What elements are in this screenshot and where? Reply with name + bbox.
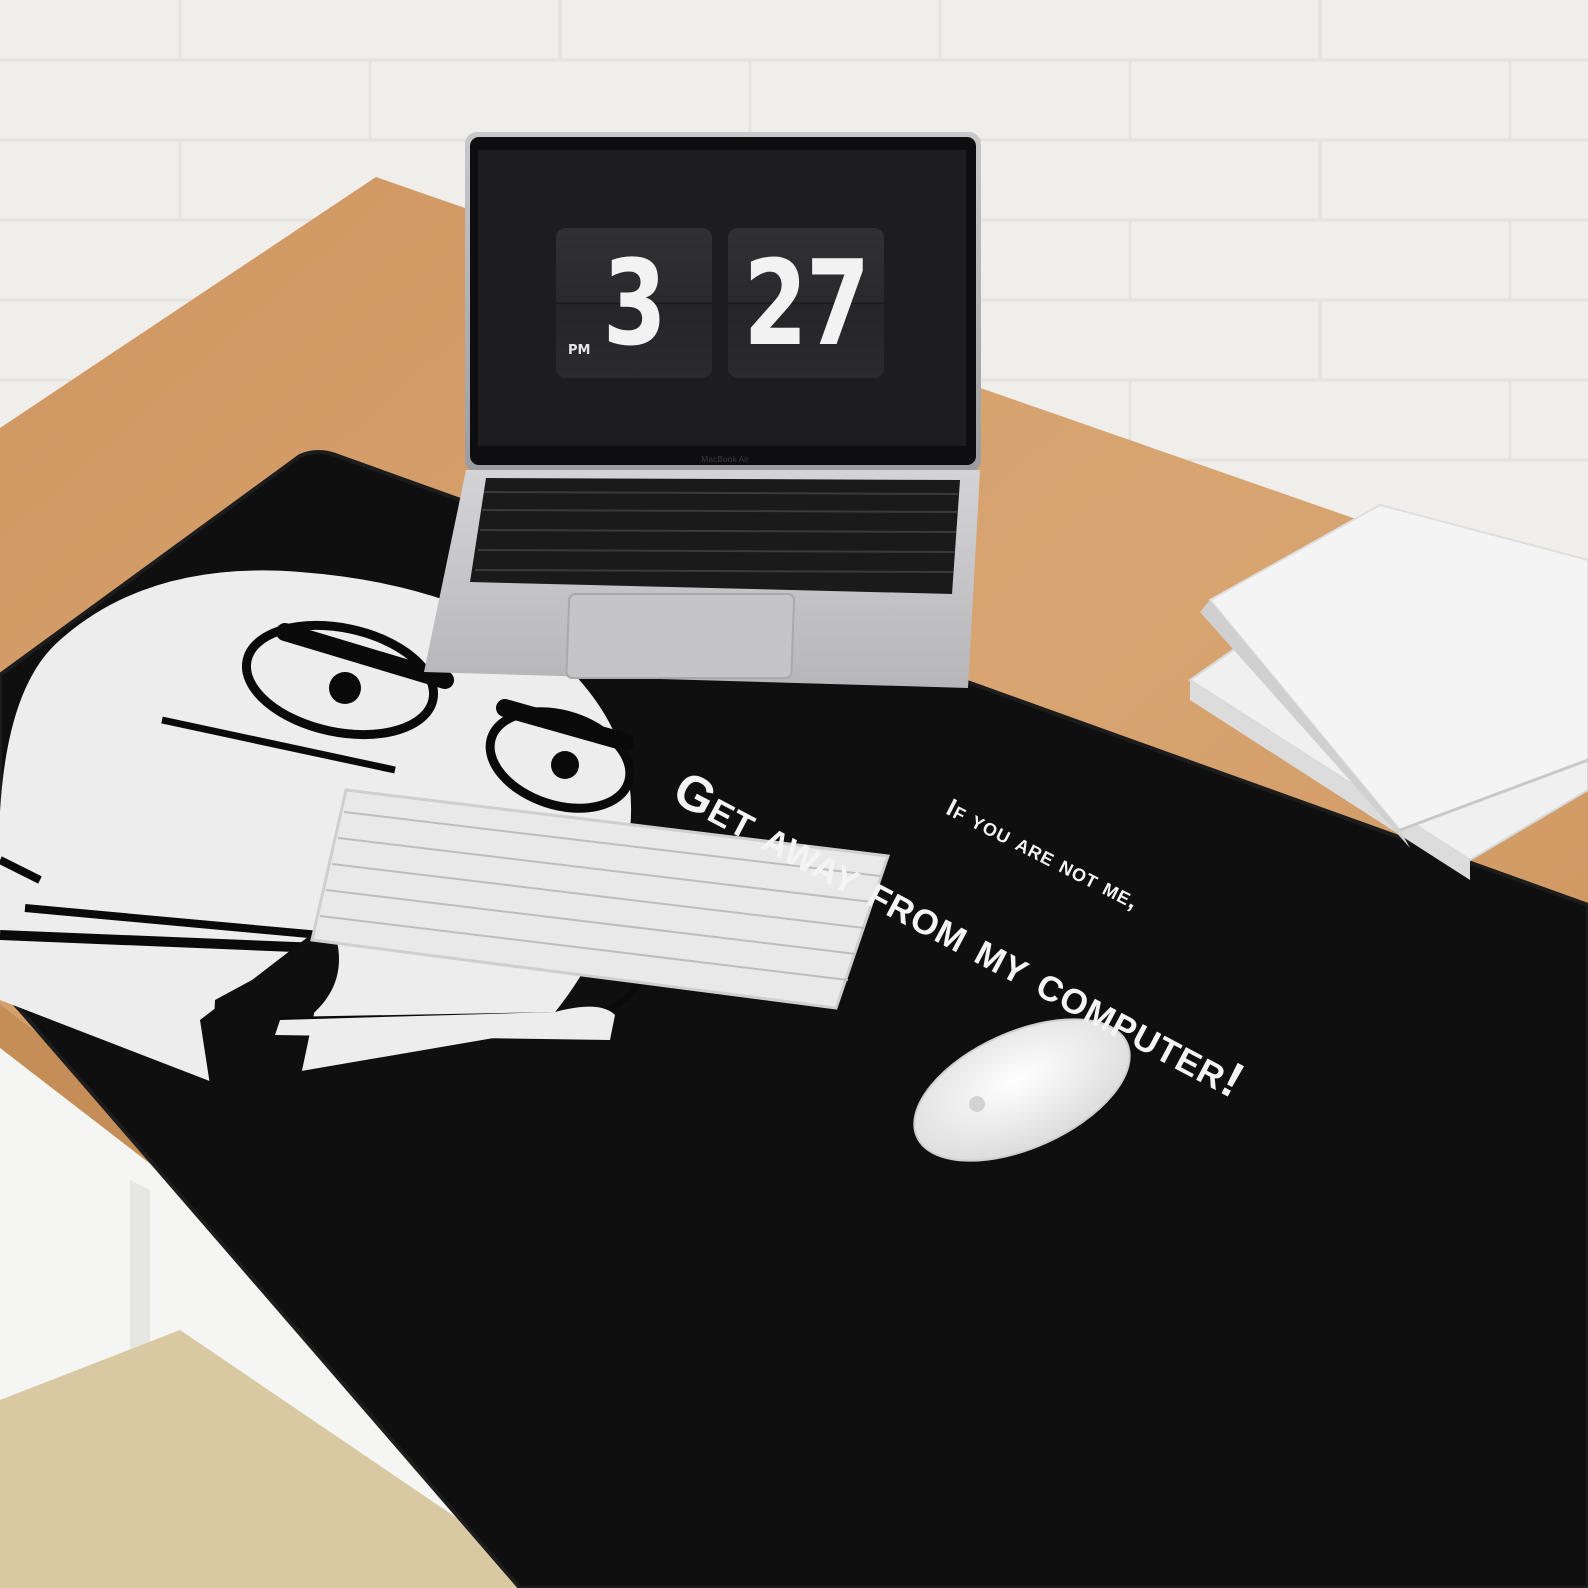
laptop-keyboard[interactable] [470, 478, 960, 594]
clock-minutes: 27 [743, 234, 871, 372]
clock-hours: 3 [602, 234, 667, 372]
clock-hours-card: 3 PM [556, 228, 712, 378]
apple-logo-icon [969, 1096, 985, 1112]
laptop-brand: MacBook Air [701, 454, 749, 464]
laptop-trackpad[interactable] [565, 593, 796, 679]
laptop-screen: 3 PM 27 [478, 150, 966, 446]
clock-ampm: PM [568, 343, 591, 358]
clock-minutes-card: 27 [728, 228, 884, 378]
